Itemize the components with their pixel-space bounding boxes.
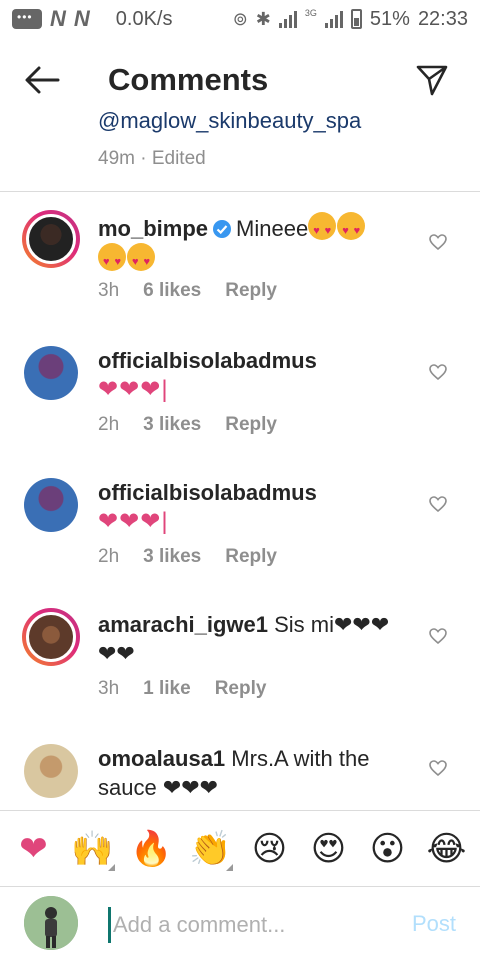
n-notification-icon-2: N [73,6,90,31]
network-speed: 0.0K/s [115,7,173,30]
comment-time: 2h [98,546,120,567]
comment-meta: 3h 1 like Reply [98,678,266,700]
like-heart-icon[interactable] [428,758,448,778]
heart-icon: ❤ [19,829,48,868]
clapping-emoji-button[interactable]: 👏 [187,825,235,873]
skin-tone-indicator [225,863,233,871]
heart-eyes-emoji-icon [127,243,155,277]
heart-eyes-emoji-icon [337,212,366,246]
comment-body: officialbisolabadmus ❤❤❤| [98,478,398,536]
comment-likes[interactable]: 3 likes [143,414,201,436]
comment-time: 3h [98,280,120,301]
comment-likes[interactable]: 6 likes [143,280,201,302]
fire-icon: 🔥 [130,829,173,868]
network-type-badge: 3G [304,8,317,18]
comment-username[interactable]: mo_bimpe [98,216,208,241]
comment-username[interactable]: officialbisolabadmus [98,480,317,505]
fire-emoji-button[interactable]: 🔥 [128,825,176,873]
heart-eyes-emoji-button[interactable]: 😍 [305,825,353,873]
comment-meta: 3h 6 likes Reply [98,280,277,302]
raised-hands-emoji-button[interactable]: 🙌 [69,825,117,873]
header: Comments [0,40,480,118]
signal-icon [278,10,297,28]
user-photo-icon [24,896,78,950]
signal-icon-2 [324,10,343,28]
reply-button[interactable]: Reply [225,280,277,302]
emoji-quick-bar: ❤ 🙌 🔥 👏 😢 😍 😮 😂 [0,810,480,886]
comment-likes[interactable]: 3 likes [143,546,201,568]
status-bar: N N 0.0K/s ⊚ ✱ 3G 51% 22:33 [0,0,480,38]
battery-icon [350,9,362,29]
like-heart-icon[interactable] [428,362,448,382]
comment-meta: 2h 3 likes Reply [98,414,277,436]
reply-button[interactable]: Reply [225,414,277,436]
page-title: Comments [108,62,269,97]
heart-emoji-button[interactable]: ❤ [10,825,58,873]
comment-text: ❤❤❤| [98,508,169,535]
skin-tone-indicator [107,863,115,871]
comment-username[interactable]: omoalausa1 [98,746,225,771]
comment-body: officialbisolabadmus ❤❤❤| [98,346,398,404]
avatar[interactable] [22,476,80,534]
message-notification-icon [12,9,42,29]
direct-send-icon [416,65,448,96]
surprised-emoji-button[interactable]: 😮 [364,825,412,873]
comment-likes[interactable]: 1 like [143,678,191,700]
comment-username[interactable]: amarachi_igwe1 [98,612,268,637]
clock: 22:33 [417,7,468,30]
avatar[interactable] [22,210,80,268]
tears-of-joy-icon: 😂 [426,829,467,868]
avatar[interactable] [22,608,80,666]
comment-text: Mineee [236,216,309,241]
comment-time: 2h [98,414,120,435]
comments-list[interactable]: mo_bimpe Mineee 3h 6 likes Reply official… [0,192,480,810]
n-notification-icon: N [50,6,66,31]
hotspot-icon: ⊚ [232,8,248,29]
back-arrow-icon [25,66,60,94]
avatar[interactable] [22,344,80,402]
surprised-face-icon: 😮 [369,829,406,868]
comment-username[interactable]: officialbisolabadmus [98,348,317,373]
laughing-emoji-button[interactable]: 😂 [423,825,471,873]
like-heart-icon[interactable] [428,232,448,252]
bluetooth-icon: ✱ [255,8,271,29]
raised-hands-icon: 🙌 [71,829,114,868]
battery-percent: 51% [369,7,410,30]
clapping-hands-icon: 👏 [189,829,232,868]
comment-body: omoalausa1 Mrs.A with the sauce ❤❤❤ [98,744,398,802]
reply-button[interactable]: Reply [215,678,267,700]
like-heart-icon[interactable] [428,494,448,514]
comment-time: 3h [98,678,120,699]
caption-mention-link[interactable]: @maglow_skinbeauty_spa [98,108,361,134]
caption-meta: 49m · Edited [98,148,206,169]
caption: @maglow_skinbeauty_spa 49m · Edited [98,108,478,183]
post-button[interactable]: Post [412,911,456,937]
comment-composer: Post [0,886,480,960]
heart-eyes-emoji-icon [98,243,126,277]
comment-body: amarachi_igwe1 Sis mi❤❤❤❤❤ [98,610,398,668]
heart-eyes-emoji-icon [308,212,337,246]
comment-meta: 2h 3 likes Reply [98,546,277,568]
comment-input[interactable] [108,907,388,943]
comment-body: mo_bimpe Mineee [98,212,398,277]
comment-text: ❤❤❤| [98,376,169,403]
verified-badge-icon [213,220,232,238]
back-button[interactable] [22,60,62,100]
heart-eyes-icon: 😍 [310,829,347,868]
current-user-avatar [24,896,78,950]
like-heart-icon[interactable] [428,626,448,646]
avatar[interactable] [22,742,80,800]
crying-face-icon: 😢 [251,829,288,868]
share-button[interactable] [412,60,452,100]
reply-button[interactable]: Reply [225,546,277,568]
crying-emoji-button[interactable]: 😢 [246,825,294,873]
